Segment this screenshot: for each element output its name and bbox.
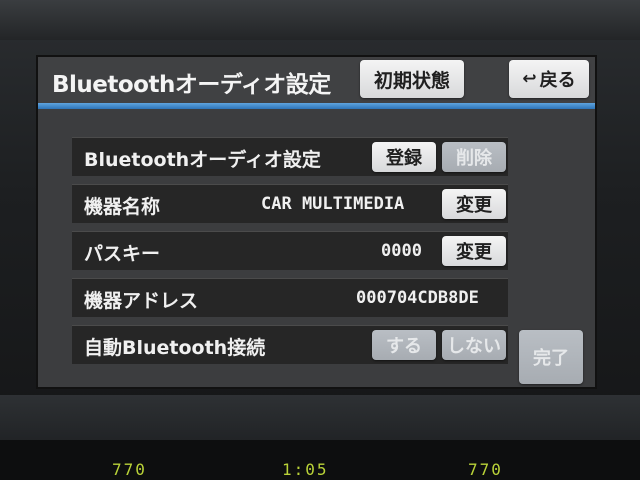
row-passkey: パスキー 0000 変更 [72,231,508,270]
row-label-passkey: パスキー [84,243,161,265]
done-button[interactable]: 完了 [519,330,583,384]
row-label-bluetooth-audio: Bluetoothオーディオ設定 [84,149,321,171]
auto-connect-on-button[interactable]: する [372,330,436,360]
passkey-value: 0000 [381,241,422,261]
back-button-label: 戻る [539,70,576,91]
row-label-device-address: 機器アドレス [84,290,199,312]
row-label-auto-connect: 自動Bluetooth接続 [84,337,266,359]
change-passkey-button[interactable]: 変更 [442,236,506,266]
lower-display-right: 770 [468,460,503,479]
register-button[interactable]: 登録 [372,142,436,172]
delete-button[interactable]: 削除 [442,142,506,172]
row-bluetooth-audio: Bluetoothオーディオ設定 登録 削除 [72,137,508,176]
bezel-top-trim [0,0,640,40]
header-accent-line [38,103,595,109]
lower-display-left: 770 [112,460,147,479]
return-arrow-icon: ↩ [522,69,537,89]
lower-display-center: 1:05 [282,460,329,479]
back-button[interactable]: ↩ 戻る [509,60,589,98]
row-label-device-name: 機器名称 [84,196,161,218]
row-device-address: 機器アドレス 000704CDB8DE [72,278,508,317]
page-title: Bluetoothオーディオ設定 [52,72,331,98]
change-device-name-button[interactable]: 変更 [442,189,506,219]
header-bar: Bluetoothオーディオ設定 初期状態 ↩ 戻る [38,57,595,103]
auto-connect-off-button[interactable]: しない [442,330,506,360]
row-auto-connect: 自動Bluetooth接続 する しない [72,325,508,364]
device-address-value: 000704CDB8DE [356,288,479,308]
row-device-name: 機器名称 CAR MULTIMEDIA 変更 [72,184,508,223]
nav-screen: Bluetoothオーディオ設定 初期状態 ↩ 戻る Bluetoothオーディ… [36,55,597,389]
device-name-value: CAR MULTIMEDIA [261,194,405,214]
initial-state-button[interactable]: 初期状態 [360,60,464,98]
